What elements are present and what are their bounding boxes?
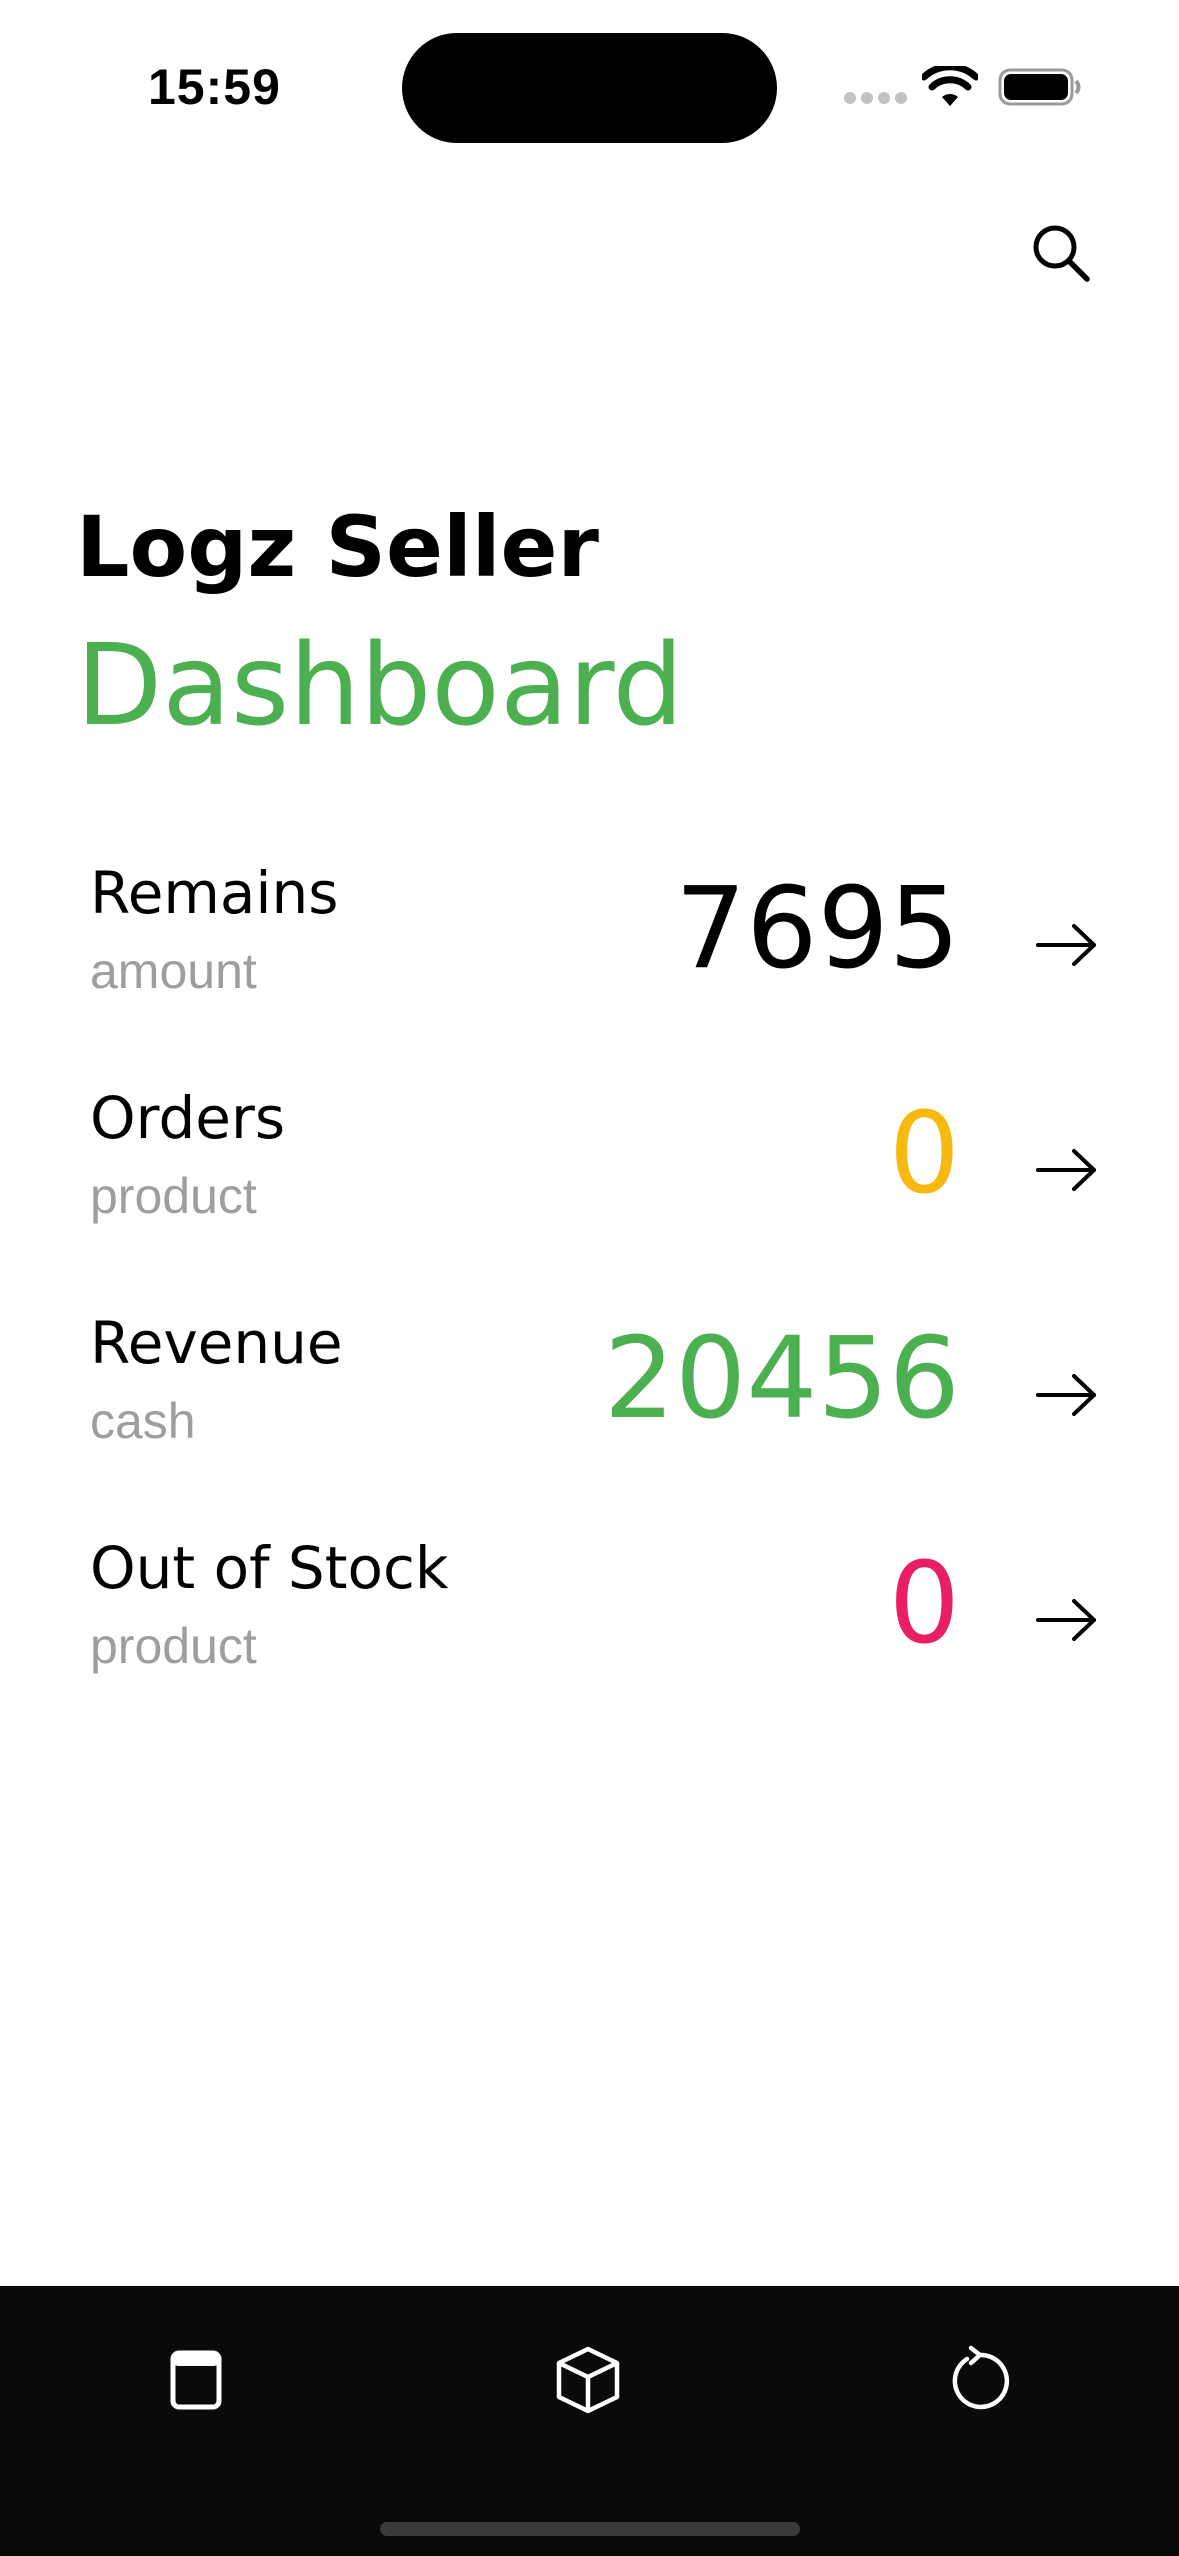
status-bar: 15:59 (0, 0, 1179, 170)
cellular-dots-icon (844, 92, 907, 106)
tab-refresh[interactable] (930, 2330, 1030, 2430)
metric-label: Orders (90, 1084, 286, 1152)
home-indicator (380, 2522, 800, 2536)
metric-sub: cash (90, 1393, 196, 1449)
page-title: Dashboard (76, 621, 684, 751)
metric-row-orders[interactable]: Orders product 0 (90, 1084, 1100, 1257)
refresh-icon (952, 2345, 1010, 2410)
app-title: Logz Seller (76, 498, 599, 596)
tab-bar (0, 2286, 1179, 2556)
dynamic-island (402, 33, 777, 143)
metric-value: 20456 (603, 1314, 960, 1444)
metric-row-remains[interactable]: Remains amount 7695 (90, 859, 1100, 1032)
metric-sub: product (90, 1618, 257, 1674)
document-icon (170, 2350, 222, 2410)
box-icon (556, 2346, 620, 2414)
metric-value: 0 (888, 1539, 960, 1669)
status-time: 15:59 (148, 59, 281, 115)
metric-value: 0 (888, 1089, 960, 1219)
arrow-right-icon[interactable] (1034, 1362, 1100, 1428)
metric-sub: product (90, 1168, 257, 1224)
arrow-right-icon[interactable] (1034, 912, 1100, 978)
metric-value: 7695 (674, 864, 960, 994)
wifi-icon (922, 66, 978, 106)
metric-label: Revenue (90, 1309, 343, 1377)
arrow-right-icon[interactable] (1034, 1137, 1100, 1203)
metric-label: Remains (90, 859, 339, 927)
metric-row-revenue[interactable]: Revenue cash 20456 (90, 1309, 1100, 1482)
tab-documents[interactable] (146, 2330, 246, 2430)
search-button[interactable] (1026, 218, 1096, 288)
battery-icon (998, 68, 1081, 106)
metric-sub: amount (90, 943, 257, 999)
metric-row-out-of-stock[interactable]: Out of Stock product 0 (90, 1534, 1100, 1707)
tab-products[interactable] (538, 2330, 638, 2430)
metric-label: Out of Stock (90, 1534, 449, 1602)
arrow-right-icon[interactable] (1034, 1587, 1100, 1653)
search-icon (1033, 225, 1090, 282)
